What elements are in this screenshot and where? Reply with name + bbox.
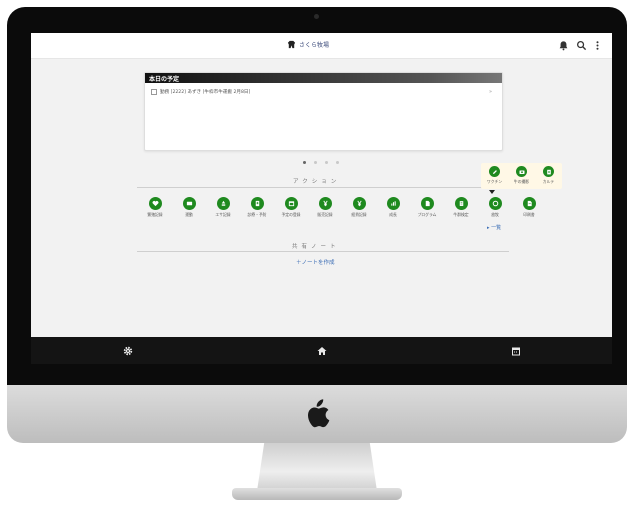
- action-herd-test[interactable]: 牛群検定: [444, 197, 478, 218]
- schedule-card-header: 本日の予定: [145, 73, 502, 83]
- action-label: 成長: [389, 212, 397, 217]
- schedule-more-link[interactable]: »: [489, 89, 492, 95]
- notes-divider: [137, 251, 509, 252]
- schedule-title: 本日の予定: [149, 76, 180, 83]
- actions-title: アクション: [293, 179, 341, 185]
- truck-icon: [182, 197, 196, 210]
- circle-icon: [488, 197, 502, 210]
- bell-icon[interactable]: [558, 40, 569, 51]
- feed-icon: [216, 197, 230, 210]
- carousel-dot-4[interactable]: [336, 161, 339, 164]
- calendar-icon: [284, 197, 298, 210]
- bottom-bar: [31, 337, 612, 364]
- actions-more-link[interactable]: ▸ 一覧: [487, 224, 501, 231]
- sub-action-vaccine[interactable]: ワクチン: [481, 166, 508, 185]
- search-icon[interactable]: [576, 40, 587, 51]
- action-transport[interactable]: 運動: [172, 197, 206, 218]
- clipboard-icon: [454, 197, 468, 210]
- cow-logo-icon: [287, 40, 296, 49]
- action-label: 経費記録: [351, 212, 367, 217]
- calendar-icon[interactable]: [511, 346, 521, 356]
- apple-logo-icon: [308, 399, 330, 428]
- popover-arrow: [489, 190, 495, 194]
- action-label: 診療・予防: [247, 212, 267, 217]
- schedule-card: 本日の予定 勤務 [2222] あずき [牛枠市牛運搬 2月8日] »: [144, 72, 503, 151]
- action-feed[interactable]: エサ記録: [206, 197, 240, 218]
- gear-icon[interactable]: [123, 346, 133, 356]
- action-breeding[interactable]: 繁殖記録: [138, 197, 172, 218]
- action-print[interactable]: 印刷書: [512, 197, 546, 218]
- carousel-dot-3[interactable]: [325, 161, 328, 164]
- file-icon: [522, 197, 536, 210]
- action-label: 放牧: [491, 212, 499, 217]
- create-note-link[interactable]: ＋ノートを作成: [296, 258, 335, 266]
- more-vertical-icon[interactable]: [592, 40, 603, 51]
- action-label: プログラム: [417, 212, 437, 217]
- yen-icon: [352, 197, 366, 210]
- schedule-item[interactable]: 勤務 [2222] あずき [牛枠市牛運搬 2月8日]: [151, 89, 250, 95]
- schedule-item-checkbox[interactable]: [151, 89, 157, 95]
- yen-icon: [318, 197, 332, 210]
- actions-divider: [137, 187, 509, 188]
- sub-action-label: カルテ: [542, 179, 555, 184]
- chart-icon: [386, 197, 400, 210]
- medical-icon: [250, 197, 264, 210]
- home-icon[interactable]: [317, 346, 327, 356]
- action-label: エサ記録: [215, 212, 231, 217]
- action-label: 繁殖記録: [147, 212, 163, 217]
- action-label: 販売記録: [317, 212, 333, 217]
- action-expense[interactable]: 経費記録: [342, 197, 376, 218]
- sub-action-chart[interactable]: カルテ: [535, 166, 562, 185]
- heart-icon: [148, 197, 162, 210]
- action-sales[interactable]: 販売記録: [308, 197, 342, 218]
- screen: さくら牧場 本日の予定 勤務 [2222] あずき [牛枠市牛運搬 2月8日] …: [31, 33, 612, 364]
- clipboard-icon: [543, 166, 554, 177]
- sub-action-label: 牛の撮影: [513, 179, 530, 184]
- carousel-dot-1[interactable]: [303, 161, 306, 164]
- action-label: 運動: [185, 212, 193, 217]
- action-grazing[interactable]: 放牧: [478, 197, 512, 218]
- carousel-dot-2[interactable]: [314, 161, 317, 164]
- top-bar: さくら牧場: [31, 33, 612, 59]
- action-medical[interactable]: 診療・予防: [240, 197, 274, 218]
- notes-title: 共有ノート: [292, 244, 340, 250]
- schedule-item-text: 勤務 [2222] あずき [牛枠市牛運搬 2月8日]: [160, 90, 251, 95]
- sub-action-label: ワクチン: [486, 179, 503, 184]
- sub-action-photo[interactable]: 牛の撮影: [508, 166, 535, 185]
- action-schedule-register[interactable]: 予定の登録: [274, 197, 308, 218]
- action-label: 牛群検定: [453, 212, 469, 217]
- sub-action-popover: ワクチン 牛の撮影 カルテ: [481, 163, 562, 189]
- brand-name: さくら牧場: [299, 42, 330, 49]
- action-growth[interactable]: 成長: [376, 197, 410, 218]
- monitor-foot: [232, 488, 402, 500]
- camera: [314, 14, 319, 19]
- monitor-stand: [257, 443, 377, 491]
- action-label: 印刷書: [523, 212, 535, 217]
- document-icon: [420, 197, 434, 210]
- actions-row: 繁殖記録 運動 エサ記録 診療・予防 予定の登録 販売記録 経費記録 成長 プロ…: [138, 197, 546, 218]
- pencil-icon: [489, 166, 500, 177]
- camera-icon: [516, 166, 527, 177]
- brand[interactable]: さくら牧場: [287, 40, 329, 49]
- action-program[interactable]: プログラム: [410, 197, 444, 218]
- action-label: 予定の登録: [281, 212, 301, 217]
